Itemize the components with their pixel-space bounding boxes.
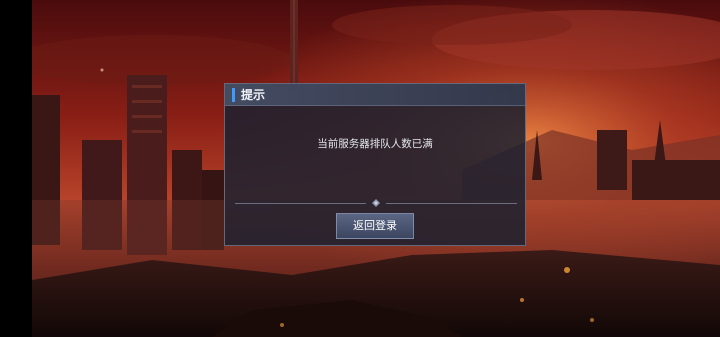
- header-accent-bar: [232, 88, 235, 102]
- queue-full-dialog: 提示 当前服务器排队人数已满 返回登录: [224, 83, 526, 246]
- left-letterbox: [0, 0, 32, 337]
- dialog-message: 当前服务器排队人数已满: [317, 138, 433, 150]
- dialog-header: 提示: [225, 84, 525, 106]
- dialog-divider: [235, 199, 517, 209]
- game-screen: 提示 当前服务器排队人数已满 返回登录: [0, 0, 720, 337]
- divider-line-right: [386, 203, 517, 204]
- dialog-title: 提示: [241, 88, 266, 102]
- divider-line-left: [235, 203, 366, 204]
- return-to-login-button[interactable]: 返回登录: [336, 213, 414, 239]
- diamond-gem-icon: [372, 199, 380, 207]
